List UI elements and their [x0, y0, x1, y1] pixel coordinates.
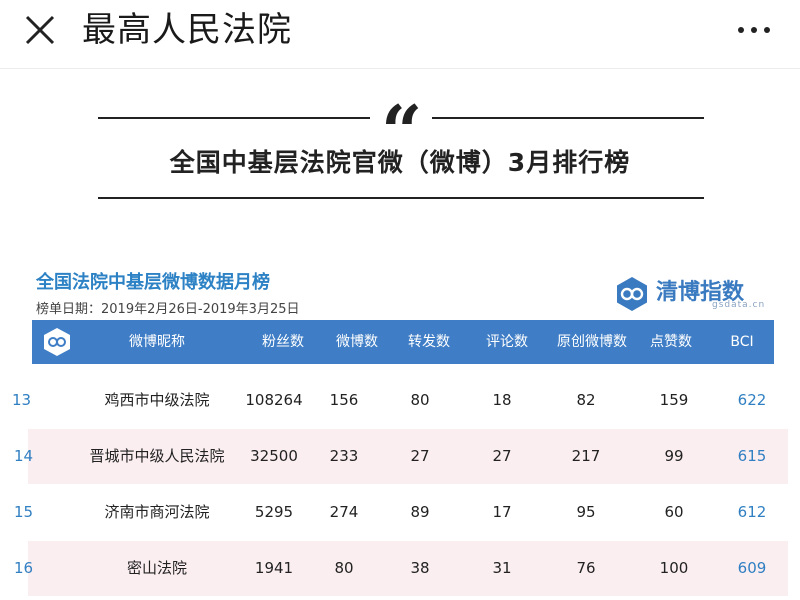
top-bar: 最高人民法院	[0, 0, 800, 69]
column-header-nickname: 微博昵称	[129, 334, 185, 350]
gsdata-logo-icon	[44, 328, 70, 356]
posts-cell: 274	[329, 503, 359, 521]
comments-cell: 31	[492, 559, 512, 577]
column-header-comments: 评论数	[486, 334, 528, 350]
table-row: 15 济南市商河法院 5295 274 89 17 95 60 612	[14, 485, 788, 540]
column-header-reposts: 转发数	[408, 334, 450, 350]
posts-cell: 233	[329, 447, 359, 465]
divider-left	[98, 117, 370, 119]
close-icon	[25, 15, 55, 45]
nickname-cell: 鸡西市中级法院	[104, 391, 210, 409]
bci-cell: 609	[737, 559, 767, 577]
bci-cell: 612	[737, 503, 767, 521]
comments-cell: 17	[492, 503, 512, 521]
posts-cell: 156	[329, 391, 359, 409]
original-cell: 82	[576, 391, 596, 409]
bci-cell: 615	[737, 447, 767, 465]
table-row: 16 密山法院 1941 80 38 31 76 100 609	[14, 541, 788, 596]
page-title: 最高人民法院	[82, 10, 292, 50]
likes-cell: 99	[664, 447, 684, 465]
reposts-cell: 89	[410, 503, 430, 521]
column-header-posts: 微博数	[336, 334, 378, 350]
ranking-date: 榜单日期：2019年2月26日-2019年3月25日	[36, 302, 300, 317]
comments-cell: 27	[492, 447, 512, 465]
likes-cell: 60	[664, 503, 684, 521]
reposts-cell: 38	[410, 559, 430, 577]
brand-logo-group: 清博指数 gsdata.cn	[614, 272, 772, 316]
close-button[interactable]	[22, 12, 58, 48]
gsdata-logo-icon	[617, 277, 647, 311]
rank-cell: 16	[14, 559, 34, 577]
likes-cell: 100	[659, 559, 689, 577]
comments-cell: 18	[492, 391, 512, 409]
divider-right	[432, 117, 704, 119]
column-header-fans: 粉丝数	[262, 334, 304, 350]
brand-url: gsdata.cn	[712, 300, 766, 310]
original-cell: 217	[571, 447, 601, 465]
original-cell: 95	[576, 503, 596, 521]
original-cell: 76	[576, 559, 596, 577]
table-row: 14 晋城市中级人民法院 32500 233 27 27 217 99 615	[14, 429, 788, 484]
rank-cell: 15	[14, 503, 34, 521]
rank-cell: 14	[14, 447, 34, 465]
nickname-cell: 济南市商河法院	[104, 503, 210, 521]
more-horizontal-icon	[738, 27, 744, 33]
ranking-image: 全国法院中基层微博数据月榜 榜单日期：2019年2月26日-2019年3月25日…	[12, 262, 788, 600]
nickname-cell: 晋城市中级人民法院	[89, 447, 225, 465]
table-header: 微博昵称 粉丝数 微博数 转发数 评论数 原创微博数 点赞数 BCI	[32, 320, 774, 364]
column-header-likes: 点赞数	[650, 334, 692, 350]
reposts-cell: 27	[410, 447, 430, 465]
bci-cell: 622	[737, 391, 767, 409]
posts-cell: 80	[334, 559, 354, 577]
column-header-original: 原创微博数	[557, 334, 627, 350]
rank-cell: 13	[12, 391, 32, 409]
ranking-title: 全国法院中基层微博数据月榜	[36, 272, 270, 293]
fans-cell: 32500	[250, 447, 298, 465]
table-row: 13 鸡西市中级法院 108264 156 80 18 82 159 622	[12, 373, 788, 428]
fans-cell: 5295	[254, 503, 294, 521]
divider-bottom	[98, 197, 704, 199]
more-button[interactable]	[734, 18, 774, 42]
nickname-cell: 密山法院	[126, 559, 187, 577]
likes-cell: 159	[659, 391, 689, 409]
article-headline: 全国中基层法院官微（微博）3月排行榜	[169, 148, 631, 177]
reposts-cell: 80	[410, 391, 430, 409]
fans-cell: 1941	[254, 559, 294, 577]
column-header-bci: BCI	[730, 334, 754, 350]
fans-cell: 108264	[245, 391, 303, 409]
